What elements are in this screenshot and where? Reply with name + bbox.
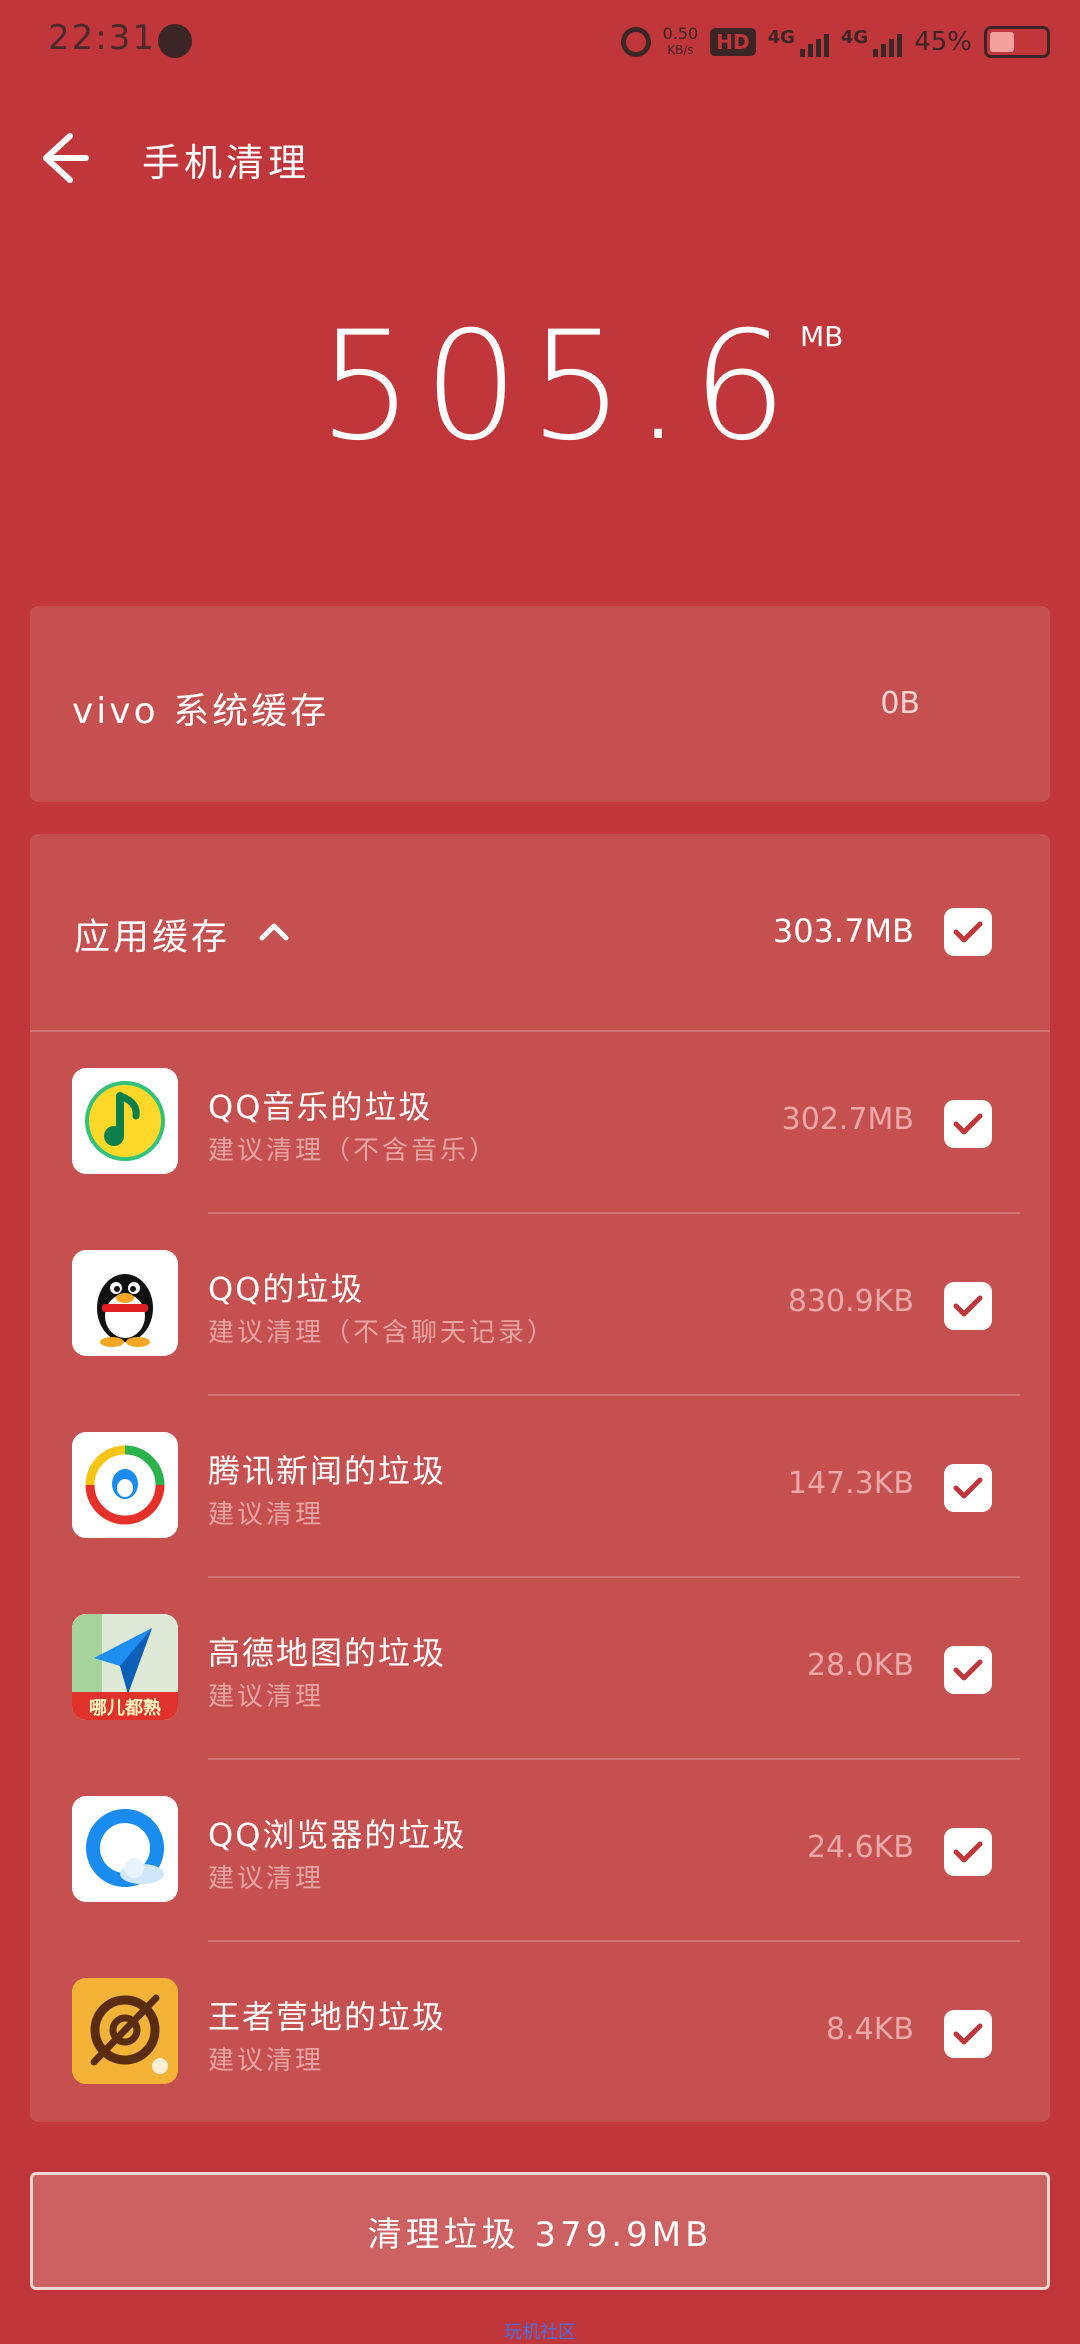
app-cache-label: 应用缓存 <box>74 917 231 958</box>
battery-level-fill <box>990 32 1015 52</box>
back-button[interactable] <box>36 122 96 192</box>
item-checkbox[interactable] <box>944 1282 992 1330</box>
item-checkbox[interactable] <box>944 2010 992 2058</box>
list-item[interactable]: 王者营地的垃圾 建议清理 8.4KB <box>30 1942 1050 2124</box>
battery-percent: 45% <box>914 27 972 57</box>
item-suggestion: 建议清理 <box>208 1500 325 1530</box>
item-checkbox[interactable] <box>944 1464 992 1512</box>
network-speed-value: 0.50 <box>662 24 699 43</box>
clean-junk-button[interactable]: 清理垃圾 379.9MB <box>30 2172 1050 2290</box>
check-icon <box>953 1659 983 1681</box>
qq-browser-icon <box>72 1796 178 1902</box>
chevron-up-icon[interactable] <box>256 914 292 950</box>
qq-music-icon <box>72 1068 178 1174</box>
junk-total-unit: MB <box>800 320 844 353</box>
system-cache-card[interactable]: vivo 系统缓存 0B <box>30 606 1050 802</box>
alarm-icon <box>620 27 651 57</box>
status-indicators: 0.50 KB/s HD 4G 4G 45% <box>620 20 1050 64</box>
check-icon <box>953 2023 983 2045</box>
app-cache-card: 应用缓存 303.7MB QQ音乐的垃圾 建议清理（不含音乐） 302.7MB <box>30 834 1050 2122</box>
watermark-text: 玩机社区 <box>504 2322 576 2343</box>
item-size: 24.6KB <box>806 1830 914 1865</box>
globe-icon <box>158 24 192 58</box>
item-checkbox[interactable] <box>944 1828 992 1876</box>
check-icon <box>953 921 983 943</box>
item-size: 8.4KB <box>826 2012 914 2047</box>
list-item[interactable]: QQ音乐的垃圾 建议清理（不含音乐） 302.7MB <box>30 1032 1050 1214</box>
item-checkbox[interactable] <box>944 1646 992 1694</box>
amap-icon: 哪儿都熟 <box>72 1614 178 1720</box>
battery-icon <box>984 26 1050 58</box>
item-suggestion: 建议清理 <box>208 2046 325 2076</box>
item-name: QQ音乐的垃圾 <box>208 1088 433 1126</box>
app-cache-header[interactable]: 应用缓存 303.7MB <box>30 834 1050 1032</box>
item-name: 腾讯新闻的垃圾 <box>208 1452 447 1490</box>
item-name: 王者营地的垃圾 <box>208 1998 447 2036</box>
system-cache-label: vivo 系统缓存 <box>72 691 330 732</box>
check-icon <box>953 1295 983 1317</box>
item-name: QQ的垃圾 <box>208 1270 365 1308</box>
item-suggestion: 建议清理（不含聊天记录） <box>208 1318 557 1348</box>
list-item[interactable]: 哪儿都熟 高德地图的垃圾 建议清理 28.0KB <box>30 1578 1050 1760</box>
junk-total-value: 505.6 <box>318 300 798 474</box>
app-cache-checkbox[interactable] <box>944 908 992 956</box>
item-suggestion: 建议清理 <box>208 1682 325 1712</box>
amap-badge-text: 哪儿都熟 <box>89 1698 161 1719</box>
signal-2-icon: 4G <box>840 27 903 57</box>
list-item[interactable]: 腾讯新闻的垃圾 建议清理 147.3KB <box>30 1396 1050 1578</box>
item-suggestion: 建议清理 <box>208 1864 325 1894</box>
item-name: 高德地图的垃圾 <box>208 1634 447 1672</box>
qq-penguin-icon <box>72 1250 178 1356</box>
item-size: 302.7MB <box>781 1102 914 1137</box>
signal-1-icon: 4G <box>768 27 829 57</box>
signal-1-label: 4G <box>767 27 795 48</box>
network-speed: 0.50 KB/s <box>663 26 699 58</box>
tencent-news-icon <box>72 1432 178 1538</box>
arrow-left-icon <box>43 133 89 183</box>
check-icon <box>953 1477 983 1499</box>
wangzhe-camp-icon <box>72 1978 178 2084</box>
hd-icon: HD <box>710 28 756 56</box>
check-icon <box>953 1841 983 1863</box>
item-checkbox[interactable] <box>944 1100 992 1148</box>
signal-2-label: 4G <box>840 27 869 48</box>
system-cache-size: 0B <box>880 686 920 721</box>
item-size: 147.3KB <box>787 1466 914 1501</box>
list-item[interactable]: QQ浏览器的垃圾 建议清理 24.6KB <box>30 1760 1050 1942</box>
status-time: 22:31 <box>48 18 156 58</box>
app-cache-total: 303.7MB <box>772 912 914 950</box>
page-title: 手机清理 <box>142 141 311 185</box>
item-size: 830.9KB <box>787 1284 914 1319</box>
junk-total: 505.6 MB <box>0 300 1080 480</box>
list-item[interactable]: QQ的垃圾 建议清理（不含聊天记录） 830.9KB <box>30 1214 1050 1396</box>
item-name: QQ浏览器的垃圾 <box>208 1816 467 1854</box>
status-bar: 22:31 0.50 KB/s HD 4G 4G 45% <box>0 0 1080 80</box>
item-size: 28.0KB <box>806 1648 914 1683</box>
item-suggestion: 建议清理（不含音乐） <box>208 1136 499 1166</box>
network-speed-unit: KB/s <box>667 43 694 57</box>
check-icon <box>953 1113 983 1135</box>
